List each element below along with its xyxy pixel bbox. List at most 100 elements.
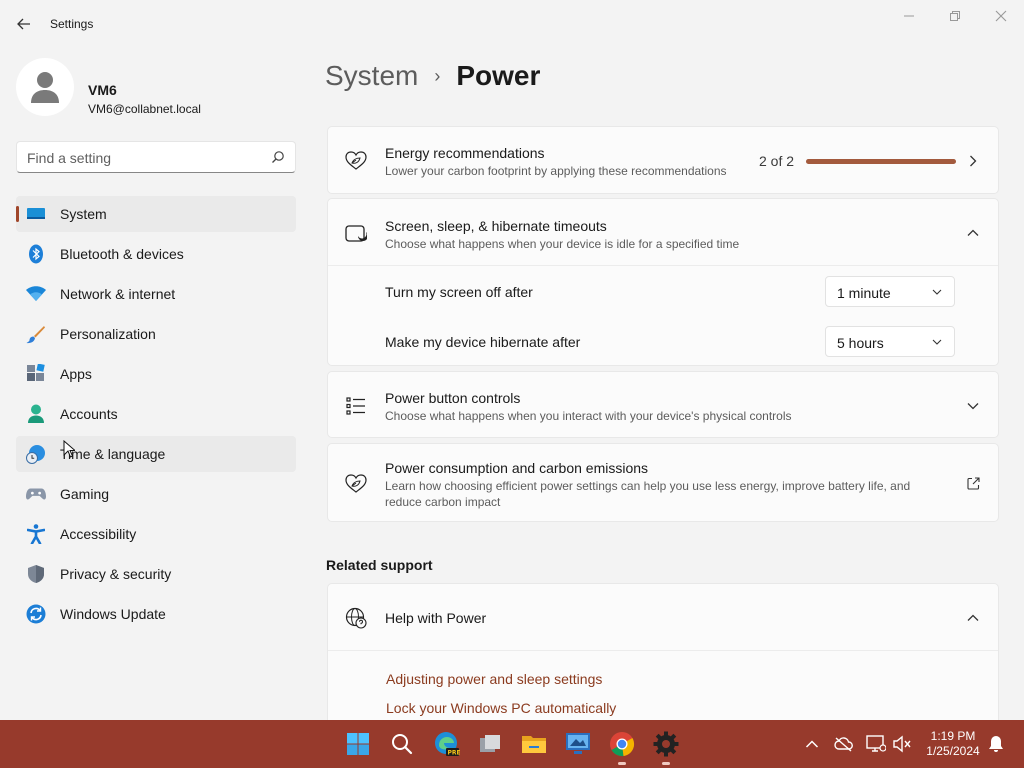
sidebar-item-label: Privacy & security [60, 566, 172, 582]
sidebar-item-windows-update[interactable]: Windows Update [16, 596, 296, 632]
svg-text:PRE: PRE [448, 750, 461, 757]
window-title: Settings [50, 17, 94, 31]
brush-icon [26, 324, 46, 344]
hibernate-dropdown[interactable]: 5 hours [825, 326, 955, 357]
screen-off-dropdown[interactable]: 1 minute [825, 276, 955, 307]
dropdown-value: 5 hours [837, 335, 884, 351]
timeouts-card-header[interactable]: Screen, sleep, & hibernate timeouts Choo… [328, 199, 998, 266]
list-settings-icon [345, 395, 367, 417]
running-indicator [618, 762, 626, 765]
avatar [16, 58, 74, 116]
sidebar: VM6 VM6@collabnet.local Find a setting S… [0, 48, 310, 720]
sidebar-item-system[interactable]: System [16, 196, 296, 232]
sidebar-item-bluetooth[interactable]: Bluetooth & devices [16, 236, 296, 272]
sidebar-item-label: Personalization [60, 326, 156, 342]
power-consumption-card[interactable]: Power consumption and carbon emissions L… [327, 443, 999, 522]
back-button[interactable] [12, 12, 36, 36]
chevron-down-icon [966, 399, 980, 413]
card-title: Screen, sleep, & hibernate timeouts [385, 218, 607, 234]
sidebar-item-label: Accounts [60, 406, 118, 422]
sidebar-item-accessibility[interactable]: Accessibility [16, 516, 296, 552]
bluetooth-icon [26, 244, 46, 264]
back-arrow-icon [17, 18, 30, 30]
sidebar-item-personalization[interactable]: Personalization [16, 316, 296, 352]
card-description: Choose what happens when your device is … [385, 237, 740, 251]
running-indicator [662, 762, 670, 765]
power-button-controls-card[interactable]: Power button controls Choose what happen… [327, 371, 999, 438]
remote-desktop-icon[interactable] [564, 730, 592, 758]
hibernate-row: Make my device hibernate after 5 hours [328, 317, 998, 367]
search-input[interactable]: Find a setting [27, 150, 111, 166]
chevron-right-icon [966, 154, 980, 168]
maximize-button[interactable] [943, 6, 967, 26]
notification-bell-icon[interactable] [986, 734, 1006, 754]
breadcrumb-parent[interactable]: System [325, 60, 418, 92]
help-link-lock-pc[interactable]: Lock your Windows PC automatically [386, 700, 616, 716]
close-button[interactable] [989, 6, 1013, 26]
sidebar-item-label: Accessibility [60, 526, 137, 542]
sidebar-item-time-language[interactable]: Time & language [16, 436, 296, 472]
help-link-power-sleep[interactable]: Adjusting power and sleep settings [386, 671, 602, 687]
wifi-icon [26, 284, 46, 304]
progress-fill [806, 159, 956, 164]
edge-icon[interactable]: PRE [433, 730, 461, 758]
search-box[interactable]: Find a setting [16, 141, 296, 173]
user-email: VM6@collabnet.local [88, 102, 201, 116]
dropdown-value: 1 minute [837, 285, 891, 301]
gamepad-icon [26, 484, 46, 504]
start-icon[interactable] [344, 730, 372, 758]
sidebar-item-label: Time & language [60, 446, 166, 462]
help-card-header[interactable]: Help with Power [328, 584, 998, 651]
clock-time: 1:19 PM [930, 729, 976, 743]
search-icon [272, 151, 284, 163]
breadcrumb: System › Power [325, 58, 540, 94]
chevron-up-icon [966, 226, 980, 240]
card-title: Power button controls [385, 390, 521, 406]
chrome-icon[interactable] [608, 730, 636, 765]
related-support-heading: Related support [326, 557, 433, 573]
sidebar-item-label: Windows Update [60, 606, 166, 622]
sidebar-item-apps[interactable]: Apps [16, 356, 296, 392]
taskbar: PRE 1:19 PM 1/25/2024 [0, 720, 1024, 768]
sidebar-item-accounts[interactable]: Accounts [16, 396, 296, 432]
chevron-down-icon [932, 339, 942, 345]
globe-help-icon [345, 607, 367, 629]
chevron-up-icon [966, 611, 980, 625]
file-explorer-icon[interactable] [520, 730, 548, 758]
system-icon [26, 204, 46, 224]
sidebar-item-network[interactable]: Network & internet [16, 276, 296, 312]
sidebar-item-privacy[interactable]: Privacy & security [16, 556, 296, 592]
settings-gear-icon[interactable] [652, 730, 680, 765]
card-description: Choose what happens when you interact wi… [385, 409, 792, 423]
sidebar-item-gaming[interactable]: Gaming [16, 476, 296, 512]
apps-icon [26, 364, 46, 384]
task-view-icon[interactable] [477, 730, 505, 758]
volume-muted-icon[interactable] [892, 734, 912, 754]
chevron-up-tray-icon[interactable] [802, 734, 822, 754]
sidebar-item-label: System [60, 206, 107, 222]
timeouts-card: Screen, sleep, & hibernate timeouts Choo… [327, 198, 999, 366]
sidebar-nav: System Bluetooth & devices Network & int… [16, 196, 296, 636]
selection-indicator [16, 206, 19, 222]
card-title: Help with Power [385, 610, 487, 626]
clock[interactable]: 1:19 PM 1/25/2024 [920, 729, 986, 759]
shield-icon [26, 564, 46, 584]
search-icon[interactable] [388, 730, 416, 758]
sidebar-item-label: Network & internet [60, 286, 176, 302]
update-icon [26, 604, 46, 624]
accessibility-icon [26, 524, 46, 544]
minimize-button[interactable] [897, 6, 921, 26]
onedrive-offline-icon[interactable] [834, 734, 854, 754]
card-description: Learn how choosing efficient power setti… [385, 479, 911, 509]
accounts-icon [26, 404, 46, 424]
close-icon [995, 10, 1007, 22]
mouse-cursor-icon [63, 440, 75, 458]
chevron-down-icon [932, 289, 942, 295]
recommendations-progress-bar [806, 159, 956, 164]
energy-recommendations-card[interactable]: Energy recommendations Lower your carbon… [327, 126, 999, 194]
screen-off-label: Turn my screen off after [385, 284, 533, 300]
open-external-icon [966, 476, 980, 490]
card-title: Power consumption and carbon emissions [385, 460, 649, 476]
network-display-icon[interactable] [866, 734, 886, 754]
screen-off-row: Turn my screen off after 1 minute [328, 267, 998, 317]
